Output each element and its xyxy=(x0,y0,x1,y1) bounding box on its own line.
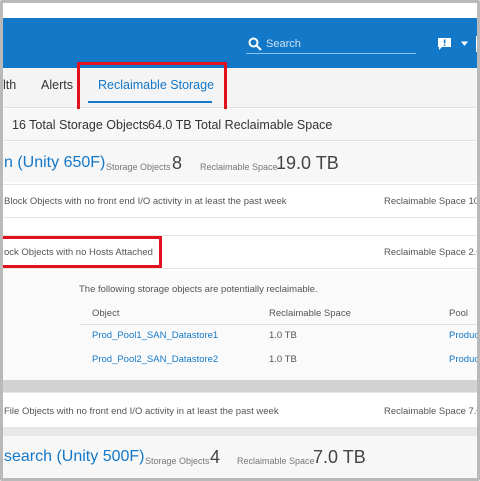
reclaimable-space-label: Reclaimable Space xyxy=(237,456,315,466)
category-space: Reclaimable Space 7.0 T xyxy=(384,406,480,417)
category-row[interactable]: Block Objects with no front end I/O acti… xyxy=(3,184,480,218)
total-space-text: 64.0 TB Total Reclaimable Space xyxy=(148,118,333,132)
storage-objects-count: 4 xyxy=(210,447,221,467)
detail-panel: The following storage objects are potent… xyxy=(3,271,477,380)
search-icon[interactable] xyxy=(248,37,262,51)
message-icon[interactable] xyxy=(437,37,452,51)
category-space: Reclaimable Space 10.0 xyxy=(384,196,480,207)
storage-objects-count: 8 xyxy=(172,153,183,173)
category-row[interactable]: File Objects with no front end I/O activ… xyxy=(3,392,480,428)
category-label: File Objects with no front end I/O activ… xyxy=(4,406,279,417)
pool-link[interactable]: Producti xyxy=(449,330,477,341)
header-divider xyxy=(79,324,477,325)
storage-objects-label: Storage Objects xyxy=(106,162,171,172)
column-header-space[interactable]: Reclaimable Space xyxy=(269,308,351,319)
object-link[interactable]: Prod_Pool1_SAN_Datastore1 xyxy=(92,330,218,341)
system-name[interactable]: search (Unity 500F) xyxy=(4,448,145,466)
highlight-box-row xyxy=(3,236,162,268)
search-box[interactable] xyxy=(246,36,416,54)
column-header-object[interactable]: Object xyxy=(92,308,119,319)
column-header-pool[interactable]: Pool xyxy=(449,308,468,319)
reclaimable-space-label: Reclaimable Space xyxy=(200,162,278,172)
storage-objects-label: Storage Objects xyxy=(145,456,210,466)
reclaimable-space-value: 19.0 TB xyxy=(276,153,339,173)
search-input[interactable] xyxy=(266,36,414,52)
object-link[interactable]: Prod_Pool2_SAN_Datastore2 xyxy=(92,354,218,365)
section-separator xyxy=(3,428,477,436)
tab-alerts[interactable]: Alerts xyxy=(41,78,73,92)
highlight-box-tab xyxy=(77,62,227,113)
reclaimable-space-value: 7.0 TB xyxy=(313,447,366,467)
system-name[interactable]: n (Unity 650F) xyxy=(4,154,105,172)
system-header[interactable]: search (Unity 500F) Storage Objects 4 Re… xyxy=(3,436,477,478)
category-label: Block Objects with no front end I/O acti… xyxy=(4,196,287,207)
detail-note: The following storage objects are potent… xyxy=(79,284,318,295)
object-space: 1.0 TB xyxy=(269,354,297,365)
category-space: Reclaimable Space 2.0 T xyxy=(384,247,480,258)
section-separator xyxy=(3,380,477,392)
top-bar xyxy=(3,18,477,68)
square-icon[interactable] xyxy=(476,36,477,52)
tab-health[interactable]: lth xyxy=(3,78,16,92)
object-space: 1.0 TB xyxy=(269,330,297,341)
summary-bar: 16 Total Storage Objects 64.0 TB Total R… xyxy=(3,109,477,141)
app-window: lth Alerts Reclaimable Storage 16 Total … xyxy=(0,0,480,481)
total-objects-text: 16 Total Storage Objects xyxy=(12,118,149,132)
system-header[interactable]: n (Unity 650F) Storage Objects 8 Reclaim… xyxy=(3,142,477,182)
tab-bar: lth Alerts Reclaimable Storage xyxy=(3,68,477,108)
pool-link[interactable]: Producti xyxy=(449,354,477,365)
caret-down-icon[interactable] xyxy=(460,39,469,48)
